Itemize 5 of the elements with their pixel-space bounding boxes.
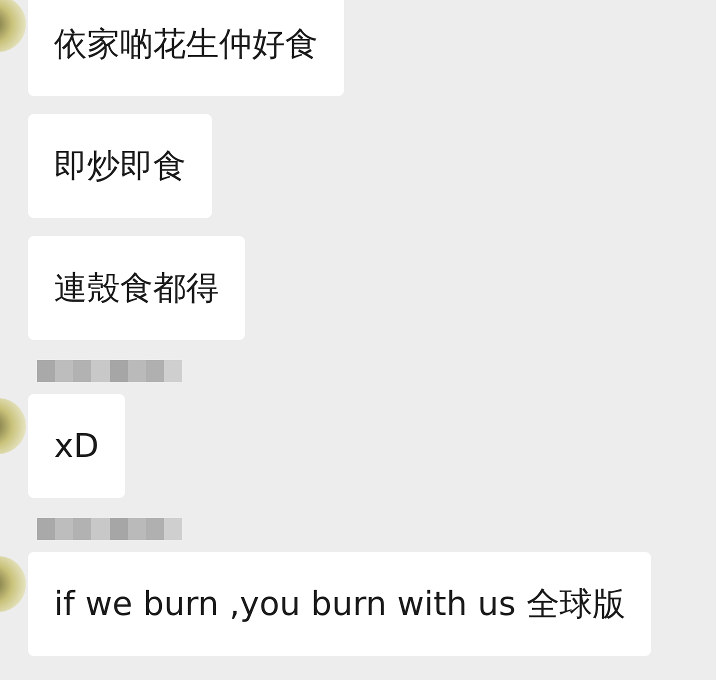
message-bubble: if we burn ,you burn with us 全球版	[28, 552, 652, 656]
message-bubble: xD	[28, 394, 125, 498]
message-bubble: 依家啲花生仲好食	[28, 0, 344, 96]
message-bubble: 連殼食都得	[28, 236, 245, 340]
message-bubble: 即炒即食	[28, 114, 212, 218]
